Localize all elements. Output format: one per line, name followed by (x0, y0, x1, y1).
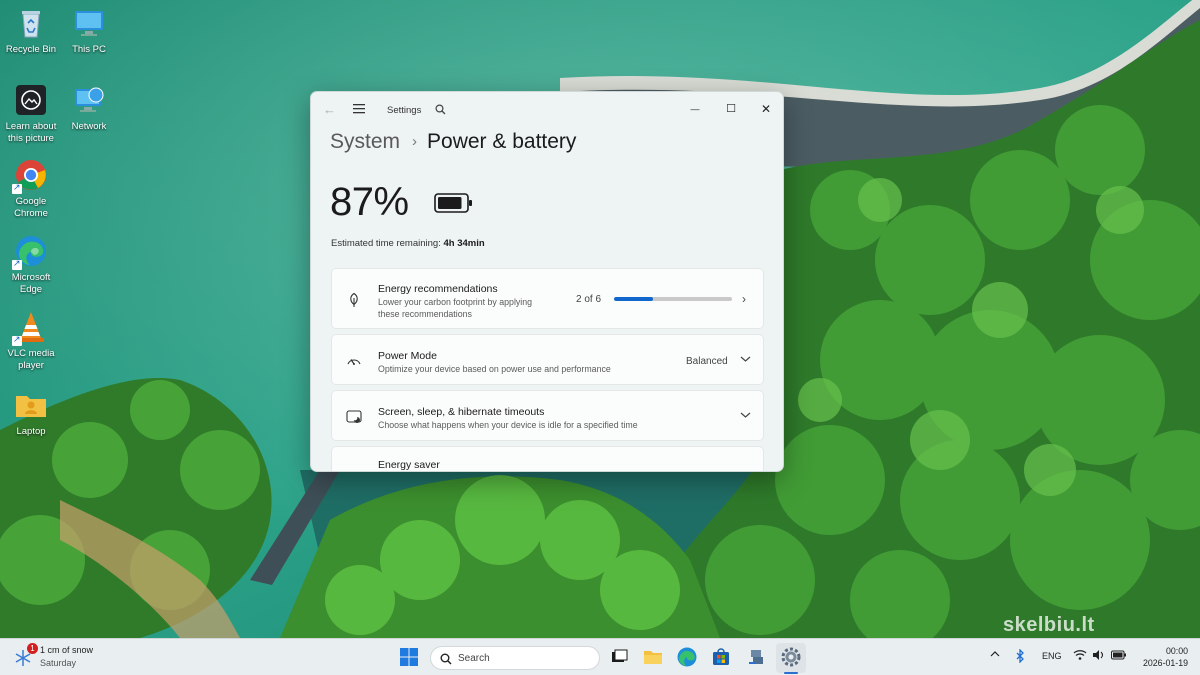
energy-recommendations-description: Lower your carbon footprint by applying … (378, 296, 532, 320)
gauge-icon (346, 353, 362, 369)
desktop-icon-label: Network (71, 121, 107, 132)
desc-line: these recommendations (378, 309, 472, 319)
weather-condition: 1 cm of snow (40, 645, 94, 655)
back-arrow-icon[interactable]: ← (323, 102, 336, 117)
desktop-icon-recycle-bin[interactable]: Recycle Bin (0, 6, 62, 56)
desktop-icon-vlc[interactable]: VLC media player (0, 310, 62, 372)
shortcut-arrow-icon (12, 257, 22, 270)
volume-icon[interactable] (1092, 649, 1106, 663)
chevron-down-icon[interactable] (740, 411, 751, 422)
recommendations-count: 2 of 6 (576, 294, 602, 305)
edge-icon (12, 234, 48, 270)
desktop-icon-google-chrome[interactable]: Google Chrome (0, 158, 62, 220)
hamburger-menu-icon[interactable] (353, 102, 366, 117)
desktop-icon-label: Laptop (16, 426, 46, 437)
desktop-icon-laptop[interactable]: Laptop (0, 388, 62, 438)
close-button[interactable]: ✕ (748, 98, 783, 120)
task-view-icon[interactable] (608, 646, 630, 668)
maximize-button[interactable]: ☐ (713, 98, 749, 120)
estimate-label: Estimated time remaining: (331, 238, 441, 249)
monitor-icon (72, 6, 106, 40)
energy-saver-card[interactable]: Energy saver (331, 446, 764, 471)
screen-sleep-icon (346, 409, 362, 425)
battery-icon (434, 192, 474, 219)
desktop-icon-label: Learn about this picture (5, 121, 57, 144)
search-icon[interactable] (435, 103, 446, 118)
power-mode-title: Power Mode (378, 350, 437, 362)
breadcrumb-system-link[interactable]: System (330, 130, 400, 153)
bluetooth-icon[interactable] (1015, 648, 1025, 665)
start-button[interactable] (398, 646, 420, 668)
notification-badge: 1 (27, 643, 38, 654)
desktop-icon-label: Recycle Bin (5, 44, 57, 55)
power-mode-description: Optimize your device based on power use … (378, 364, 611, 374)
camera-icon (14, 83, 48, 117)
leaf-icon (346, 292, 362, 308)
desktop-icon-label: This PC (72, 44, 106, 55)
desc-line: Lower your carbon footprint by applying (378, 297, 533, 307)
chevron-right-icon[interactable]: › (742, 292, 746, 306)
energy-recommendations-title: Energy recommendations (378, 283, 498, 295)
breadcrumb-separator: › (412, 133, 418, 150)
vlc-icon (12, 310, 48, 346)
timeouts-description: Choose what happens when your device is … (378, 420, 638, 430)
desktop-icon-label: VLC media player (7, 348, 55, 371)
energy-saver-title: Energy saver (378, 459, 440, 471)
shortcut-arrow-icon (12, 333, 22, 346)
search-placeholder: Search (458, 653, 490, 664)
weather-day: Saturday (40, 658, 77, 668)
user-folder-icon (14, 388, 48, 422)
chevron-down-icon[interactable] (740, 355, 751, 366)
watermark-text: skelbiu.lt (1003, 614, 1095, 636)
desktop-icon-learn-about-picture[interactable]: Learn about this picture (0, 83, 62, 145)
desktop-icon-label: Google Chrome (14, 196, 48, 219)
search-icon (440, 652, 452, 670)
minimize-button[interactable]: — (677, 98, 713, 120)
app-title: Settings (387, 105, 422, 116)
title-bar[interactable]: ← Settings — ☐ ✕ (311, 92, 783, 128)
breadcrumb: System › Power & battery (330, 130, 576, 158)
network-icon (72, 83, 106, 117)
desktop-icon-network[interactable]: Network (58, 83, 120, 133)
power-mode-dropdown[interactable]: Balanced (686, 356, 728, 367)
battery-percentage: 87% (330, 180, 409, 224)
desktop-icon-label: Microsoft Edge (11, 272, 51, 295)
battery-tray-icon[interactable] (1111, 650, 1127, 662)
progress-fill (614, 297, 654, 301)
file-explorer-icon[interactable] (642, 646, 664, 668)
active-app-indicator (784, 672, 798, 674)
shortcut-arrow-icon (12, 181, 22, 194)
desktop-icon-microsoft-edge[interactable]: Microsoft Edge (0, 234, 62, 296)
power-mode-card[interactable]: Power Mode Optimize your device based on… (331, 334, 764, 385)
clock-date: 2026-01-19 (1143, 658, 1188, 668)
timeouts-title: Screen, sleep, & hibernate timeouts (378, 406, 545, 418)
recycle-bin-icon (14, 6, 48, 40)
page-title: Power & battery (427, 130, 577, 153)
chrome-icon (12, 158, 48, 194)
network-app-icon[interactable] (746, 646, 768, 668)
desktop-icon-this-pc[interactable]: This PC (58, 6, 120, 56)
settings-app-icon[interactable] (780, 646, 802, 668)
estimated-time-remaining: Estimated time remaining: 4h 34min (331, 238, 485, 249)
store-icon[interactable] (710, 646, 732, 668)
recommendations-progress-bar (614, 297, 732, 301)
settings-window[interactable]: ← Settings — ☐ ✕ System › Power & battery … (310, 91, 784, 472)
energy-recommendations-card[interactable]: Energy recommendations Lower your carbon… (331, 268, 764, 329)
wifi-icon[interactable] (1073, 649, 1087, 663)
system-clock[interactable]: 00:00 2026-01-19 (1130, 645, 1188, 669)
estimate-value: 4h 34min (443, 238, 485, 249)
chevron-up-icon[interactable] (990, 650, 1000, 660)
edge-taskbar-icon[interactable] (676, 646, 698, 668)
taskbar: 1 1 cm of snow Saturday Search ENG 00:00… (0, 638, 1200, 675)
screen-sleep-timeouts-card[interactable]: Screen, sleep, & hibernate timeouts Choo… (331, 390, 764, 441)
taskbar-search-box[interactable]: Search (430, 646, 600, 670)
language-indicator[interactable]: ENG (1042, 651, 1062, 661)
clock-time: 00:00 (1165, 646, 1188, 656)
